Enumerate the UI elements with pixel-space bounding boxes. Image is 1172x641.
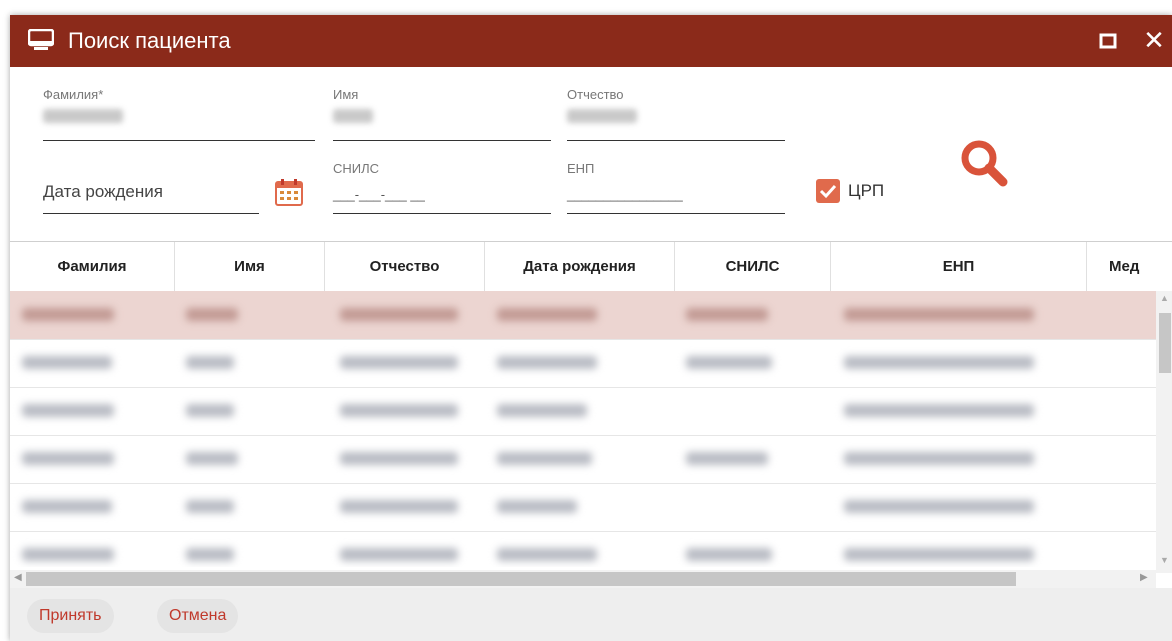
- scroll-left-icon[interactable]: ◀: [14, 572, 22, 583]
- title-bar: Поиск пациента ✕: [10, 15, 1172, 67]
- scroll-up-icon[interactable]: ▲: [1160, 293, 1169, 303]
- cell-blurred: [844, 404, 1034, 417]
- scroll-right-icon[interactable]: ▶: [1140, 572, 1148, 583]
- cell-blurred: [340, 548, 458, 561]
- cell-blurred: [340, 308, 458, 321]
- name-field[interactable]: Имя: [333, 87, 551, 141]
- cell-blurred: [844, 308, 1034, 321]
- cell-blurred: [186, 308, 238, 321]
- col-header-birthdate[interactable]: Дата рождения: [485, 242, 675, 291]
- cell-blurred: [686, 356, 772, 369]
- dialog-title: Поиск пациента: [68, 28, 231, 53]
- patronymic-field[interactable]: Отчество: [567, 87, 785, 141]
- cell-blurred: [844, 356, 1034, 369]
- surname-underline: [43, 140, 315, 141]
- cell-blurred: [340, 500, 458, 513]
- scroll-down-icon[interactable]: ▼: [1160, 555, 1169, 565]
- enp-underline: [567, 213, 785, 214]
- cell-blurred: [186, 404, 234, 417]
- enp-label: ЕНП: [567, 161, 595, 176]
- enp-mask: ________________: [567, 187, 683, 202]
- patronymic-label: Отчество: [567, 87, 624, 102]
- snils-label: СНИЛС: [333, 161, 380, 176]
- cell-blurred: [497, 500, 577, 513]
- table-row[interactable]: [10, 291, 1156, 340]
- cell-blurred: [22, 404, 114, 417]
- col-header-med[interactable]: Мед: [1087, 242, 1172, 291]
- col-header-patronymic[interactable]: Отчество: [325, 242, 485, 291]
- cell-blurred: [844, 548, 1034, 561]
- surname-field[interactable]: Фамилия*: [43, 87, 315, 141]
- calendar-icon[interactable]: [274, 177, 304, 207]
- cell-blurred: [497, 548, 597, 561]
- name-underline: [333, 140, 551, 141]
- accept-button[interactable]: Принять: [27, 599, 114, 633]
- birthdate-underline: [43, 213, 259, 214]
- snils-underline: [333, 213, 551, 214]
- cell-blurred: [686, 308, 768, 321]
- cell-blurred: [686, 548, 772, 561]
- surname-label: Фамилия*: [43, 87, 104, 102]
- name-value: [333, 109, 373, 123]
- close-icon[interactable]: ✕: [1140, 27, 1168, 55]
- cell-blurred: [22, 548, 114, 561]
- cell-blurred: [22, 356, 112, 369]
- cell-blurred: [686, 452, 768, 465]
- table-row[interactable]: [10, 435, 1156, 484]
- birthdate-placeholder: Дата рождения: [43, 182, 163, 201]
- cell-blurred: [22, 452, 114, 465]
- cell-blurred: [186, 548, 234, 561]
- cell-blurred: [186, 500, 234, 513]
- vertical-scroll-thumb[interactable]: [1159, 313, 1171, 373]
- cell-blurred: [340, 356, 458, 369]
- crp-checkbox[interactable]: [816, 179, 840, 203]
- table-row[interactable]: [10, 387, 1156, 436]
- enp-field[interactable]: ЕНП ________________: [567, 161, 785, 214]
- cell-blurred: [497, 308, 597, 321]
- horizontal-scroll-thumb[interactable]: [26, 572, 1016, 586]
- cell-blurred: [186, 452, 238, 465]
- table-row[interactable]: [10, 339, 1156, 388]
- cell-blurred: [186, 356, 234, 369]
- cell-blurred: [844, 500, 1034, 513]
- col-header-snils[interactable]: СНИЛС: [675, 242, 831, 291]
- cell-blurred: [497, 356, 597, 369]
- birthdate-field[interactable]: Дата рождения: [43, 160, 259, 214]
- table-row[interactable]: [10, 483, 1156, 532]
- snils-field[interactable]: СНИЛС ___-___-___ __: [333, 161, 551, 214]
- col-header-enp[interactable]: ЕНП: [831, 242, 1087, 291]
- monitor-icon: [28, 29, 54, 50]
- cell-blurred: [340, 404, 458, 417]
- horizontal-scrollbar[interactable]: ◀ ▶: [10, 570, 1156, 588]
- results-grid-body: [10, 291, 1156, 567]
- col-header-surname[interactable]: Фамилия: [10, 242, 175, 291]
- patronymic-value: [567, 109, 637, 123]
- snils-mask: ___-___-___ __: [333, 187, 425, 202]
- search-icon[interactable]: [958, 137, 1010, 189]
- checkmark-icon: [819, 184, 837, 199]
- cancel-button[interactable]: Отмена: [157, 599, 239, 633]
- patronymic-underline: [567, 140, 785, 141]
- cell-blurred: [497, 452, 592, 465]
- cell-blurred: [497, 404, 587, 417]
- surname-value: [43, 109, 123, 123]
- patient-search-dialog: Поиск пациента ✕ Фамилия* Имя Отчество Д…: [10, 15, 1172, 641]
- dialog-footer: Принять Отмена: [10, 588, 1172, 641]
- vertical-scrollbar[interactable]: ▲ ▼: [1156, 291, 1172, 573]
- cell-blurred: [340, 452, 458, 465]
- cell-blurred: [22, 308, 114, 321]
- crp-label: ЦРП: [848, 181, 885, 200]
- results-grid-header: Фамилия Имя Отчество Дата рождения СНИЛС…: [10, 241, 1172, 292]
- maximize-icon[interactable]: [1096, 29, 1120, 53]
- cell-blurred: [844, 452, 1034, 465]
- name-label: Имя: [333, 87, 359, 102]
- col-header-name[interactable]: Имя: [175, 242, 325, 291]
- table-row[interactable]: [10, 531, 1156, 567]
- cell-blurred: [22, 500, 112, 513]
